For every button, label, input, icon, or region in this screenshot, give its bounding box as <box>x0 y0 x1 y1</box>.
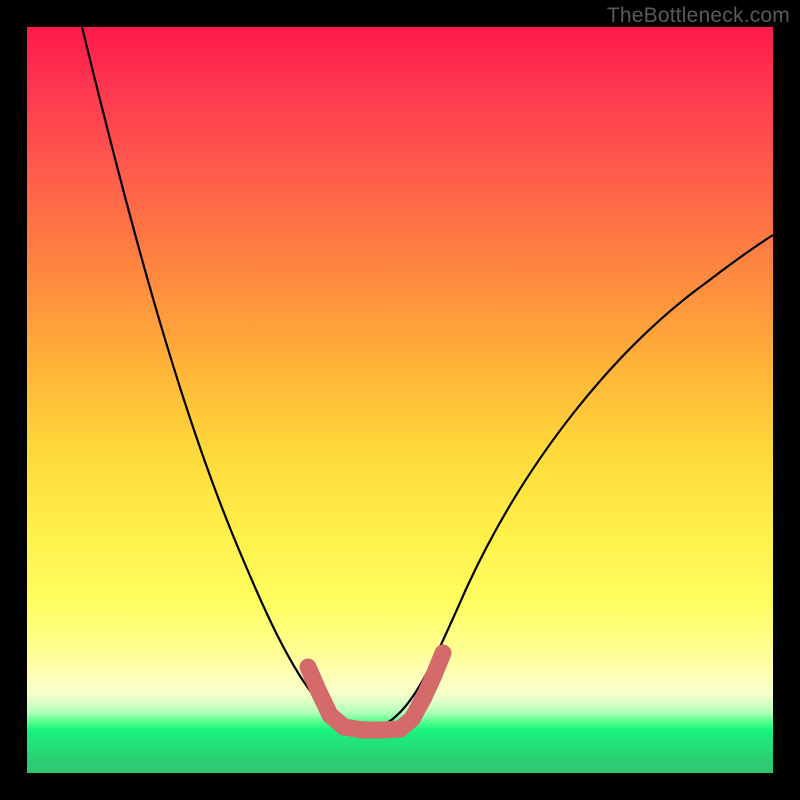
bottleneck-curve <box>82 27 773 730</box>
curve-overlay-svg <box>27 27 773 773</box>
marker-right <box>382 653 443 730</box>
plot-frame <box>27 27 773 773</box>
marker-left <box>308 667 382 730</box>
watermark-text: TheBottleneck.com <box>607 4 790 28</box>
